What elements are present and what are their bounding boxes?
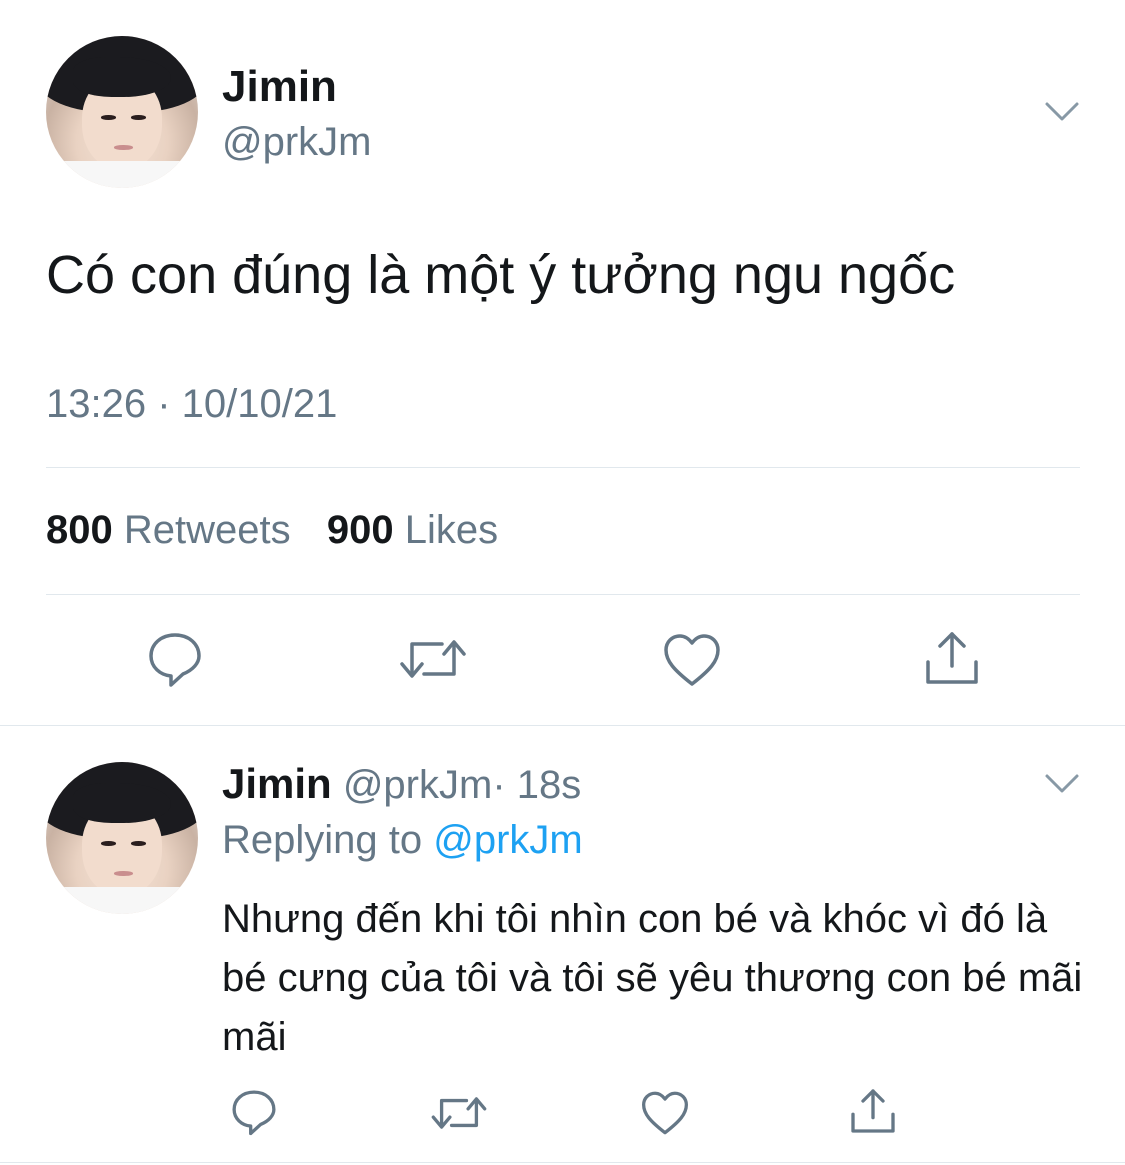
- reply-text: Nhưng đến khi tôi nhìn con bé và khóc vì…: [222, 897, 1083, 1059]
- replying-to-link[interactable]: @prkJm: [433, 818, 583, 862]
- reply-icon[interactable]: [230, 1088, 278, 1136]
- retweet-icon[interactable]: [398, 634, 468, 684]
- author-name[interactable]: Jimin: [222, 62, 337, 112]
- avatar-fringe: [73, 57, 171, 97]
- reply-header: Jimin @prkJm· 18s: [222, 760, 581, 808]
- avatar-shirt: [46, 886, 198, 914]
- likes-count[interactable]: 900: [327, 508, 394, 552]
- avatar-mouth: [114, 871, 133, 876]
- chevron-down-icon[interactable]: [1044, 100, 1080, 124]
- retweet-icon[interactable]: [430, 1092, 488, 1134]
- reply-author-avatar[interactable]: [46, 762, 198, 914]
- retweets-count[interactable]: 800: [46, 508, 113, 552]
- reply-author-handle[interactable]: @prkJm: [343, 763, 493, 807]
- replying-prefix: Replying to: [222, 818, 423, 862]
- avatar-eye: [100, 115, 116, 120]
- author-avatar[interactable]: [46, 36, 198, 188]
- avatar-fringe: [73, 783, 171, 823]
- avatar-mouth: [114, 145, 133, 150]
- avatar-shirt: [46, 160, 198, 188]
- avatar-eye: [131, 115, 147, 120]
- reply-icon[interactable]: [146, 630, 204, 688]
- share-icon[interactable]: [922, 628, 982, 688]
- retweets-label[interactable]: Retweets: [124, 508, 291, 552]
- divider: [0, 1162, 1125, 1163]
- reply-time[interactable]: · 18s: [492, 763, 581, 807]
- avatar-eye: [131, 841, 147, 846]
- likes-label[interactable]: Likes: [405, 508, 498, 552]
- like-icon[interactable]: [662, 632, 722, 688]
- chevron-down-icon[interactable]: [1044, 772, 1080, 796]
- tweet-text: Có con đúng là một ý tưởng ngu ngốc: [46, 245, 956, 305]
- tweet-stats: 800 Retweets 900 Likes: [46, 508, 498, 553]
- replying-to: Replying to @prkJm: [222, 818, 583, 863]
- divider: [46, 594, 1080, 595]
- avatar-eye: [100, 841, 116, 846]
- reply-author-name[interactable]: Jimin: [222, 760, 332, 807]
- tweet-timestamp[interactable]: 13:26 · 10/10/21: [46, 382, 337, 427]
- divider: [0, 725, 1125, 726]
- like-icon[interactable]: [640, 1090, 690, 1136]
- divider: [46, 467, 1080, 468]
- share-icon[interactable]: [848, 1086, 898, 1136]
- author-handle[interactable]: @prkJm: [222, 120, 372, 165]
